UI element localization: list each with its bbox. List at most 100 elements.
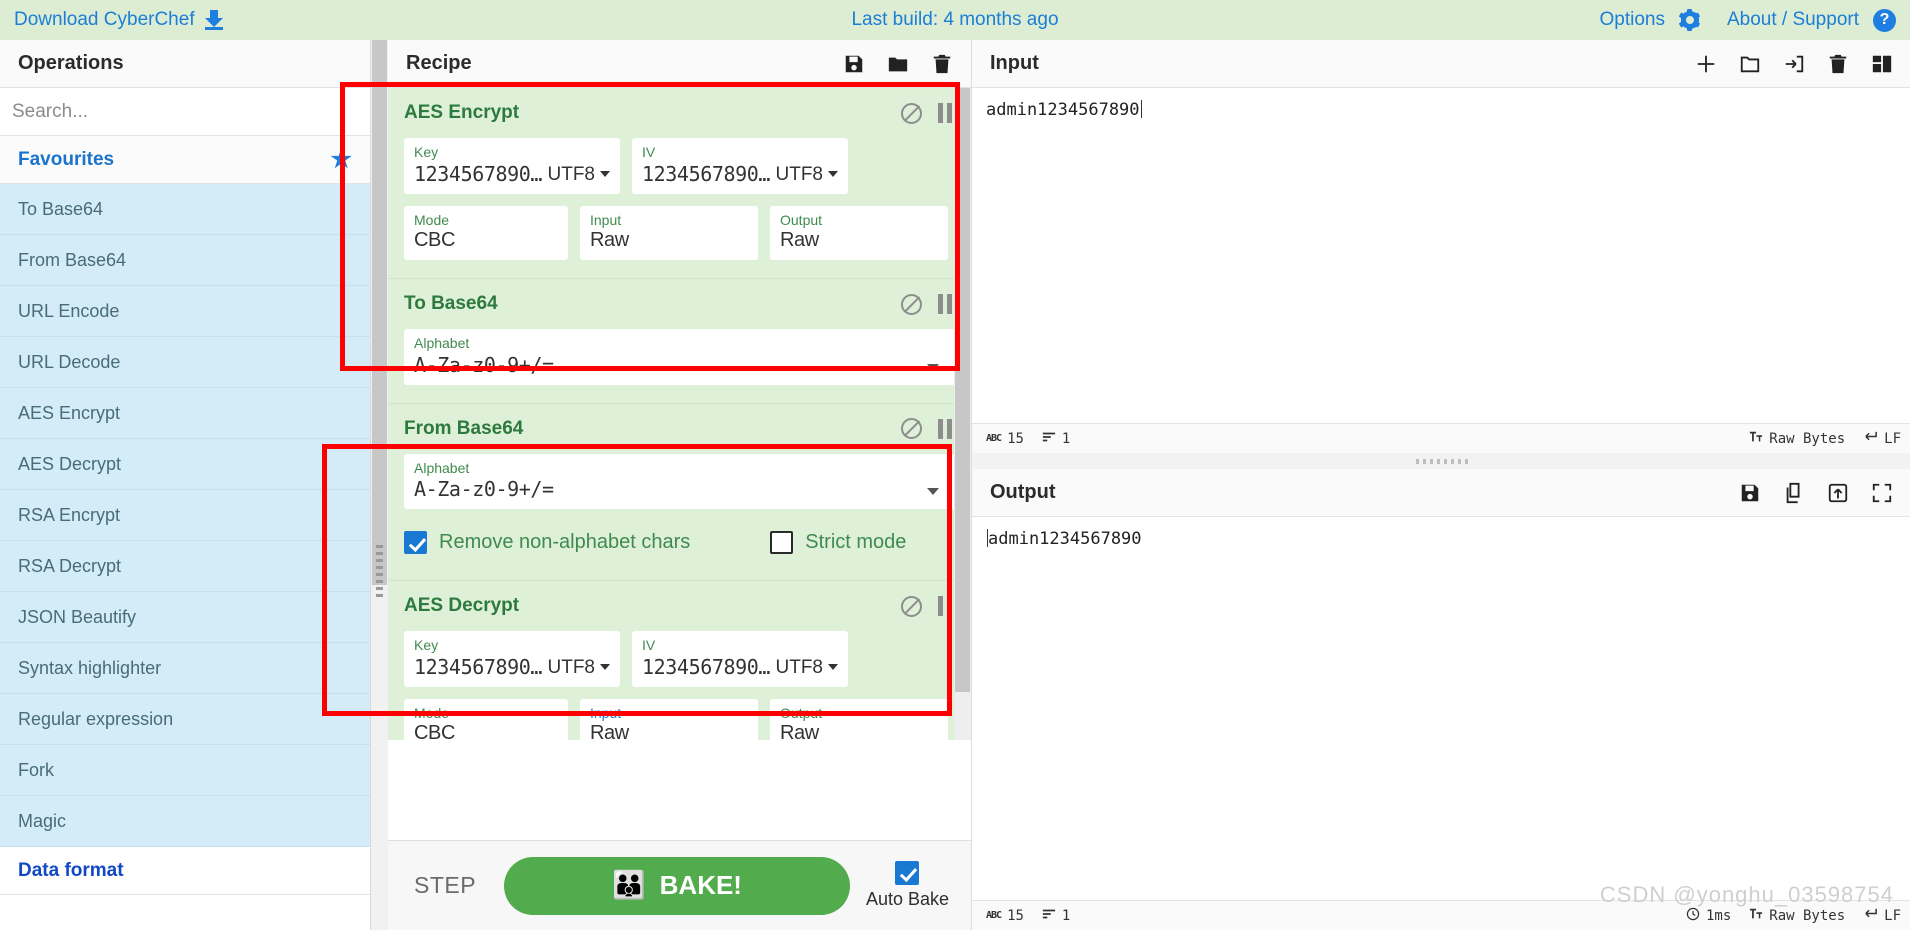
download-icon[interactable] xyxy=(204,10,224,30)
output-line-ending-selector[interactable]: LF xyxy=(1863,906,1901,925)
operations-scrollbar-thumb[interactable] xyxy=(372,40,387,585)
folder-open-icon[interactable] xyxy=(1739,53,1761,75)
key-encoding-select[interactable]: UTF8 xyxy=(538,164,610,186)
output-label: Output xyxy=(780,704,823,721)
recipe-op-from-base64[interactable]: From Base64 Alphabet A-Za-z0-9+/= Remove… xyxy=(388,403,971,581)
pause-icon[interactable] xyxy=(938,596,955,616)
operation-rsa-decrypt[interactable]: RSA Decrypt xyxy=(0,541,370,592)
input-textarea[interactable]: admin1234567890 xyxy=(972,88,1910,423)
remove-non-alphabet-chars-checkbox-group[interactable]: Remove non-alphabet chars xyxy=(404,531,690,554)
operation-rsa-encrypt[interactable]: RSA Encrypt xyxy=(0,490,370,541)
search-input[interactable] xyxy=(12,100,358,123)
operation-url-encode[interactable]: URL Encode xyxy=(0,286,370,337)
input-title: Input xyxy=(990,52,1039,74)
operation-json-beautify[interactable]: JSON Beautify xyxy=(0,592,370,643)
about-support-label[interactable]: About / Support xyxy=(1727,9,1859,31)
trash-icon[interactable] xyxy=(1827,53,1849,75)
aes-decrypt-mode-select[interactable]: Mode CBC xyxy=(404,698,568,740)
copy-icon[interactable] xyxy=(1783,482,1805,504)
iv-encoding-select[interactable]: UTF8 xyxy=(766,164,838,186)
operations-list: To Base64 From Base64 URL Encode URL Dec… xyxy=(0,184,370,847)
auto-bake-checkbox[interactable] xyxy=(895,861,920,885)
strict-mode-checkbox[interactable] xyxy=(770,531,794,554)
operation-regular-expression[interactable]: Regular expression xyxy=(0,694,370,745)
disable-icon[interactable] xyxy=(901,293,922,315)
output-header: Output xyxy=(972,469,1910,517)
bake-button[interactable]: 👪 BAKE! xyxy=(504,856,850,915)
operation-to-base64[interactable]: To Base64 xyxy=(0,184,370,235)
recipe-header: Recipe xyxy=(388,40,971,88)
recipe-op-aes-encrypt[interactable]: AES Encrypt Key 1234567890… UTF8 IV 1234… xyxy=(388,88,971,279)
operation-label: AES Decrypt xyxy=(18,453,122,474)
trash-icon[interactable] xyxy=(931,53,953,75)
options-label[interactable]: Options xyxy=(1599,9,1664,31)
recipe-op-to-base64[interactable]: To Base64 Alphabet A-Za-z0-9+/= xyxy=(388,279,971,404)
plus-icon[interactable] xyxy=(1695,53,1717,75)
recipe-scrollbar-thumb[interactable] xyxy=(955,88,970,692)
strict-mode-checkbox-group[interactable]: Strict mode xyxy=(770,531,906,554)
output-value: Raw xyxy=(780,229,819,251)
operation-label: RSA Decrypt xyxy=(18,555,122,576)
top-banner: Download CyberChef Last build: 4 months … xyxy=(0,0,1910,40)
io-splitter[interactable] xyxy=(972,453,1910,469)
input-line-ending-selector[interactable]: LF xyxy=(1863,429,1901,448)
aes-encrypt-input-select[interactable]: Input Raw xyxy=(580,205,758,260)
category-data-format[interactable]: Data format xyxy=(0,847,370,895)
auto-bake-toggle[interactable]: Auto Bake xyxy=(866,861,957,910)
aes-encrypt-key-field[interactable]: Key 1234567890… UTF8 xyxy=(404,138,620,194)
mode-label: Mode xyxy=(414,704,450,721)
input-encoding-selector[interactable]: Raw Bytes xyxy=(1749,430,1845,448)
from-base64-alphabet-field[interactable]: Alphabet A-Za-z0-9+/= xyxy=(404,453,955,509)
aes-encrypt-output-select[interactable]: Output Raw xyxy=(770,205,948,260)
step-button[interactable]: STEP xyxy=(402,872,488,899)
folder-icon[interactable] xyxy=(887,53,909,75)
aes-encrypt-iv-field[interactable]: IV 1234567890… UTF8 xyxy=(632,138,848,194)
aes-decrypt-key-field[interactable]: Key 1234567890… UTF8 xyxy=(404,631,620,687)
gear-icon[interactable] xyxy=(1678,9,1701,31)
operation-aes-decrypt[interactable]: AES Decrypt xyxy=(0,439,370,490)
operation-fork[interactable]: Fork xyxy=(0,745,370,796)
input-label: Input xyxy=(590,704,622,721)
strict-mode-label: Strict mode xyxy=(805,531,907,553)
output-encoding-selector[interactable]: Raw Bytes xyxy=(1749,907,1845,925)
pause-icon[interactable] xyxy=(938,103,955,123)
iv-encoding-select[interactable]: UTF8 xyxy=(766,657,838,679)
chevron-down-icon[interactable] xyxy=(922,483,945,501)
remove-non-alphabet-chars-checkbox[interactable] xyxy=(404,531,427,554)
enter-icon xyxy=(1863,429,1878,448)
replace-input-icon[interactable] xyxy=(1827,482,1849,504)
output-length-indicator: ABC 15 xyxy=(986,908,1024,924)
to-base64-alphabet-field[interactable]: Alphabet A-Za-z0-9+/= xyxy=(404,329,955,385)
download-cyberchef-link[interactable]: Download CyberChef xyxy=(14,9,224,31)
output-textarea[interactable]: admin1234567890 xyxy=(972,517,1910,900)
operation-aes-encrypt[interactable]: AES Encrypt xyxy=(0,388,370,439)
save-icon[interactable] xyxy=(843,53,865,75)
key-encoding-select[interactable]: UTF8 xyxy=(538,657,610,679)
pause-icon[interactable] xyxy=(938,294,955,314)
disable-icon[interactable] xyxy=(901,418,922,439)
question-circle-icon[interactable]: ? xyxy=(1873,8,1896,32)
operation-syntax-highlighter[interactable]: Syntax highlighter xyxy=(0,643,370,694)
aes-encrypt-mode-select[interactable]: Mode CBC xyxy=(404,205,568,260)
recipe-op-aes-decrypt[interactable]: AES Decrypt Key 1234567890… UTF8 IV 1234… xyxy=(388,581,971,740)
category-favourites[interactable]: Favourites ★ xyxy=(0,136,370,184)
chevron-down-icon[interactable] xyxy=(922,359,945,377)
aes-decrypt-input-select[interactable]: Input Raw xyxy=(580,698,758,740)
maximise-icon[interactable] xyxy=(1871,482,1893,504)
input-value: admin1234567890 xyxy=(986,100,1140,120)
operation-label: Regular expression xyxy=(18,708,174,729)
import-icon[interactable] xyxy=(1783,53,1805,75)
operation-url-decode[interactable]: URL Decode xyxy=(0,337,370,388)
mode-value: CBC xyxy=(414,722,456,740)
operation-from-base64[interactable]: From Base64 xyxy=(0,235,370,286)
save-icon[interactable] xyxy=(1739,482,1761,504)
disable-icon[interactable] xyxy=(901,102,922,124)
output-status-bar: ABC 15 1 1ms Raw Bytes LF xyxy=(972,900,1910,930)
aes-decrypt-iv-field[interactable]: IV 1234567890… UTF8 xyxy=(632,631,848,687)
disable-icon[interactable] xyxy=(901,595,922,617)
layout-icon[interactable] xyxy=(1871,53,1893,75)
operations-resize-grip[interactable] xyxy=(376,545,383,600)
operation-magic[interactable]: Magic xyxy=(0,796,370,847)
pause-icon[interactable] xyxy=(938,418,955,439)
aes-decrypt-output-select[interactable]: Output Raw xyxy=(770,698,948,740)
